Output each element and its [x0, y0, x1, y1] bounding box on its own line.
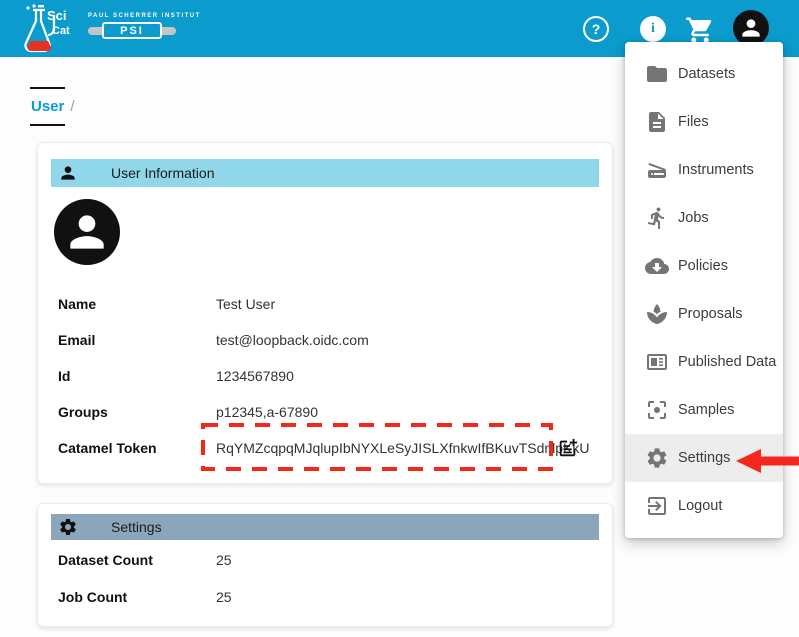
info-icon[interactable]: i — [640, 16, 666, 42]
menu-item-datasets[interactable]: Datasets — [625, 50, 783, 98]
scicat-text-sci: Sci — [47, 8, 67, 23]
field-value: p12345,a-67890 — [216, 404, 318, 420]
center-focus-icon — [645, 398, 669, 422]
menu-item-label: Samples — [678, 402, 734, 418]
help-glyph: ? — [592, 21, 601, 37]
menu-item-label: Settings — [678, 450, 730, 466]
file-icon — [645, 110, 669, 134]
person-icon — [58, 163, 78, 183]
settings-card-title: Settings — [111, 519, 162, 535]
breadcrumb: User / — [30, 87, 75, 126]
field-value: 25 — [216, 589, 232, 605]
menu-item-published-data[interactable]: Published Data — [625, 338, 783, 386]
field-value: 1234567890 — [216, 368, 294, 384]
gear-icon — [58, 517, 78, 537]
catamel-token-value: RqYMZcqpqMJqlupIbNYXLeSyJISLXfnkwIfBKuvT… — [216, 440, 590, 456]
menu-item-settings[interactable]: Settings — [625, 434, 783, 482]
field-label: Email — [58, 332, 216, 348]
field-label: Groups — [58, 404, 216, 420]
menu-item-proposals[interactable]: Proposals — [625, 290, 783, 338]
field-row-email: Email test@loopback.oidc.com — [58, 322, 592, 358]
gear-icon — [645, 446, 669, 470]
copy-token-icon[interactable] — [557, 437, 579, 459]
scicat-text-cat: Cat — [52, 25, 70, 37]
field-row-job-count: Job Count 25 — [58, 578, 592, 615]
cart-icon[interactable] — [685, 15, 715, 45]
menu-item-jobs[interactable]: Jobs — [625, 194, 783, 242]
settings-fields: Dataset Count 25 Job Count 25 — [58, 541, 592, 615]
psi-logo[interactable]: PAUL SCHERRER INSTITUT PSI — [88, 13, 176, 39]
published-data-icon — [645, 350, 669, 374]
menu-item-label: Policies — [678, 258, 728, 274]
psi-wordmark-bar: PSI — [88, 22, 176, 39]
menu-item-policies[interactable]: Policies — [625, 242, 783, 290]
field-label: Catamel Token — [58, 440, 216, 456]
menu-item-label: Proposals — [678, 306, 742, 322]
field-row-name: Name Test User — [58, 286, 592, 322]
field-row-id: Id 1234567890 — [58, 358, 592, 394]
scanner-icon — [645, 158, 669, 182]
psi-caption: PAUL SCHERRER INSTITUT — [88, 13, 176, 19]
user-information-card: User Information Name Test User Email te… — [37, 142, 613, 484]
menu-item-label: Published Data — [678, 354, 776, 370]
menu-item-label: Logout — [678, 498, 722, 514]
profile-avatar — [54, 199, 120, 265]
user-avatar-icon[interactable] — [733, 10, 769, 46]
menu-item-logout[interactable]: Logout — [625, 482, 783, 530]
help-icon[interactable]: ? — [583, 16, 609, 42]
field-value: test@loopback.oidc.com — [216, 332, 369, 348]
logout-icon — [645, 494, 669, 518]
psi-wordmark: PSI — [102, 22, 162, 39]
field-label: Job Count — [58, 589, 216, 605]
field-row-groups: Groups p12345,a-67890 — [58, 394, 592, 430]
field-label: Id — [58, 368, 216, 384]
breadcrumb-separator: / — [70, 98, 74, 115]
user-dropdown-menu: Datasets Files Instruments Jobs Policies… — [625, 42, 783, 538]
menu-item-samples[interactable]: Samples — [625, 386, 783, 434]
field-row-dataset-count: Dataset Count 25 — [58, 541, 592, 578]
user-fields: Name Test User Email test@loopback.oidc.… — [58, 286, 592, 466]
menu-item-instruments[interactable]: Instruments — [625, 146, 783, 194]
scicat-logo[interactable]: Sci Cat — [10, 3, 76, 55]
menu-item-label: Datasets — [678, 66, 735, 82]
field-row-catamel-token: Catamel Token RqYMZcqpqMJqlupIbNYXLeSyJI… — [58, 430, 592, 466]
folder-icon — [645, 62, 669, 86]
info-glyph: i — [651, 21, 655, 37]
settings-card-header: Settings — [51, 514, 599, 540]
menu-item-files[interactable]: Files — [625, 98, 783, 146]
running-person-icon — [645, 206, 669, 230]
menu-item-label: Files — [678, 114, 709, 130]
menu-item-label: Instruments — [678, 162, 754, 178]
field-label: Name — [58, 296, 216, 312]
settings-card: Settings Dataset Count 25 Job Count 25 — [37, 503, 613, 627]
user-card-title: User Information — [111, 165, 214, 181]
menu-item-label: Jobs — [678, 210, 709, 226]
field-value: Test User — [216, 296, 275, 312]
field-label: Dataset Count — [58, 552, 216, 568]
spa-leaf-icon — [645, 302, 669, 326]
field-value: 25 — [216, 552, 232, 568]
cloud-download-icon — [645, 254, 669, 278]
user-card-header: User Information — [51, 159, 599, 187]
breadcrumb-user-link[interactable]: User — [30, 87, 65, 126]
